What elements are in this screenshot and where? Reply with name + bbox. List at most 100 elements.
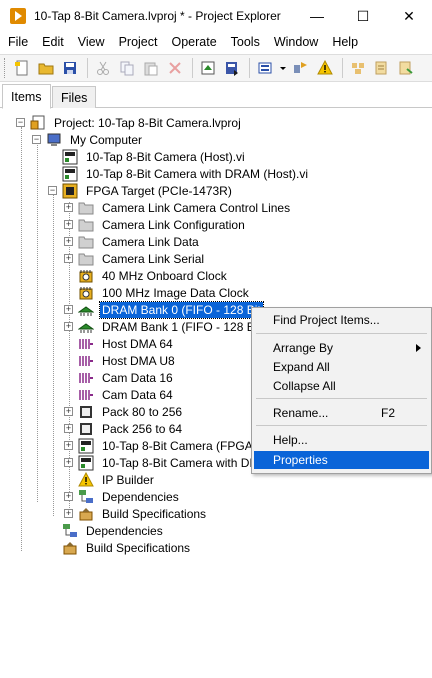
- vi-icon: [62, 166, 78, 181]
- menu-edit[interactable]: Edit: [35, 35, 71, 49]
- toolbar-separator: [192, 58, 193, 78]
- minimize-button[interactable]: —: [294, 0, 340, 32]
- menu-project[interactable]: Project: [112, 35, 165, 49]
- close-button[interactable]: ✕: [386, 0, 432, 32]
- expand-toggle[interactable]: +: [64, 322, 73, 331]
- new-button[interactable]: [11, 57, 33, 79]
- tree-item-folder[interactable]: + Camera Link Data: [64, 233, 201, 250]
- tree-label: 10-Tap 8-Bit Camera with DI: [102, 455, 253, 470]
- tree-item-build-specifications[interactable]: Build Specifications: [48, 539, 192, 556]
- dram-icon: [78, 322, 94, 333]
- expand-toggle[interactable]: +: [64, 441, 73, 450]
- tree-item-folder[interactable]: + Camera Link Serial: [64, 250, 206, 267]
- tree-item-dram-bank-0[interactable]: + DRAM Bank 0 (FIFO - 128 Bit: [64, 300, 264, 319]
- expand-toggle[interactable]: +: [64, 237, 73, 246]
- tree-label: 10-Tap 8-Bit Camera (Host).vi: [86, 149, 245, 164]
- dropdown-button[interactable]: [278, 57, 288, 79]
- tree-item-fpga-target[interactable]: − FPGA Target (PCIe-1473R): [48, 182, 234, 199]
- tree-item-ip-builder[interactable]: IP Builder: [78, 471, 156, 488]
- tree-item-dma[interactable]: Host DMA 64: [78, 335, 175, 352]
- deploy-icon: [226, 62, 238, 76]
- menu-window[interactable]: Window: [267, 35, 325, 49]
- expand-toggle[interactable]: +: [64, 254, 73, 263]
- menu-item-help[interactable]: Help...: [254, 431, 429, 449]
- tree-item-my-computer[interactable]: − My Computer: [32, 131, 144, 148]
- tree-item-fpga-build-specifications[interactable]: + Build Specifications: [64, 505, 208, 522]
- tree-item-fifo[interactable]: + Pack 80 to 256: [64, 403, 184, 420]
- menu-item-collapse-all[interactable]: Collapse All: [254, 377, 429, 395]
- menu-item-rename[interactable]: Rename... F2: [254, 404, 429, 422]
- refresh-button[interactable]: [395, 57, 417, 79]
- collapse-toggle[interactable]: −: [32, 135, 41, 144]
- tree-item-dram-bank-1[interactable]: + DRAM Bank 1 (FIFO - 128 Bit: [64, 318, 263, 335]
- tree-item-project[interactable]: − Project: 10-Tap 8-Bit Camera.lvproj: [16, 114, 243, 131]
- menu-view[interactable]: View: [71, 35, 112, 49]
- menu-item-properties[interactable]: Properties: [254, 451, 429, 469]
- tree-item-folder[interactable]: + Camera Link Camera Control Lines: [64, 199, 292, 216]
- expand-toggle[interactable]: +: [64, 220, 73, 229]
- menu-operate[interactable]: Operate: [164, 35, 223, 49]
- tree-label: DRAM Bank 1 (FIFO - 128 Bit: [102, 319, 261, 334]
- expand-toggle[interactable]: +: [64, 424, 73, 433]
- expand-toggle[interactable]: +: [64, 509, 73, 518]
- collapse-toggle[interactable]: −: [48, 186, 57, 195]
- tree-item-fpga-dram-vi[interactable]: + 10-Tap 8-Bit Camera with DI: [64, 454, 255, 471]
- menu-file[interactable]: File: [0, 35, 35, 49]
- copy-button[interactable]: [116, 57, 138, 79]
- tree-item-clock[interactable]: 40 MHz Onboard Clock: [78, 267, 229, 284]
- tree-item-fpga-dependencies[interactable]: + Dependencies: [64, 488, 181, 505]
- menu-item-arrange-by[interactable]: Arrange By: [254, 339, 429, 357]
- toolbar-grip[interactable]: [4, 58, 7, 78]
- tree-connector: [21, 127, 22, 551]
- tree-item-dma[interactable]: Cam Data 16: [78, 369, 175, 386]
- tree-item-dma[interactable]: Cam Data 64: [78, 386, 175, 403]
- save-all-button[interactable]: [59, 57, 81, 79]
- tab-files[interactable]: Files: [52, 86, 97, 108]
- warning-icon: [78, 471, 94, 486]
- dependencies-icon: [79, 489, 93, 503]
- expand-toggle[interactable]: +: [64, 305, 73, 314]
- tree-item-folder[interactable]: + Camera Link Configuration: [64, 216, 247, 233]
- tree-item-dependencies[interactable]: Dependencies: [48, 522, 165, 539]
- tree-item-host-vi[interactable]: 10-Tap 8-Bit Camera (Host).vi: [62, 148, 247, 165]
- expand-toggle[interactable]: +: [64, 458, 73, 467]
- save-all-icon: [64, 62, 76, 74]
- warning-button[interactable]: [314, 57, 336, 79]
- menu-item-label: Arrange By: [273, 341, 334, 355]
- vi-icon: [78, 438, 94, 453]
- tree-label: Cam Data 64: [102, 387, 173, 402]
- menu-tools[interactable]: Tools: [224, 35, 267, 49]
- filter-button[interactable]: [371, 57, 393, 79]
- tree-item-fifo[interactable]: + Pack 256 to 64: [64, 420, 184, 437]
- maximize-button[interactable]: ☐: [340, 0, 386, 32]
- properties-button[interactable]: [290, 57, 312, 79]
- menu-item-expand-all[interactable]: Expand All: [254, 358, 429, 376]
- tree-item-dma[interactable]: Host DMA U8: [78, 352, 177, 369]
- tree-item-fpga-vi[interactable]: + 10-Tap 8-Bit Camera (FPGA): [64, 437, 259, 454]
- paste-button[interactable]: [140, 57, 162, 79]
- build-button[interactable]: [197, 57, 219, 79]
- expand-toggle[interactable]: +: [64, 203, 73, 212]
- tree-connector: [37, 143, 38, 502]
- tree-item-host-dram-vi[interactable]: 10-Tap 8-Bit Camera with DRAM (Host).vi: [62, 165, 310, 182]
- expand-toggle[interactable]: +: [64, 407, 73, 416]
- open-button[interactable]: [35, 57, 57, 79]
- toolbar-separator: [249, 58, 250, 78]
- menu-item-label: Collapse All: [273, 379, 336, 393]
- add-file-button[interactable]: [254, 57, 276, 79]
- menu-help[interactable]: Help: [325, 35, 365, 49]
- view-button[interactable]: [347, 57, 369, 79]
- cut-icon: [97, 61, 109, 75]
- window-title: 10-Tap 8-Bit Camera.lvproj * - Project E…: [34, 9, 281, 23]
- collapse-toggle[interactable]: −: [16, 118, 25, 127]
- expand-toggle[interactable]: +: [64, 492, 73, 501]
- tree-label: 100 MHz Image Data Clock: [102, 285, 249, 300]
- tab-items[interactable]: Items: [2, 84, 51, 109]
- tree-item-clock[interactable]: 100 MHz Image Data Clock: [78, 284, 251, 301]
- menu-item-find-project-items[interactable]: Find Project Items...: [254, 311, 429, 329]
- delete-button[interactable]: [164, 57, 186, 79]
- build-spec-icon: [63, 541, 77, 554]
- deploy-button[interactable]: [221, 57, 243, 79]
- cut-button[interactable]: [92, 57, 114, 79]
- menu-separator: [256, 333, 427, 334]
